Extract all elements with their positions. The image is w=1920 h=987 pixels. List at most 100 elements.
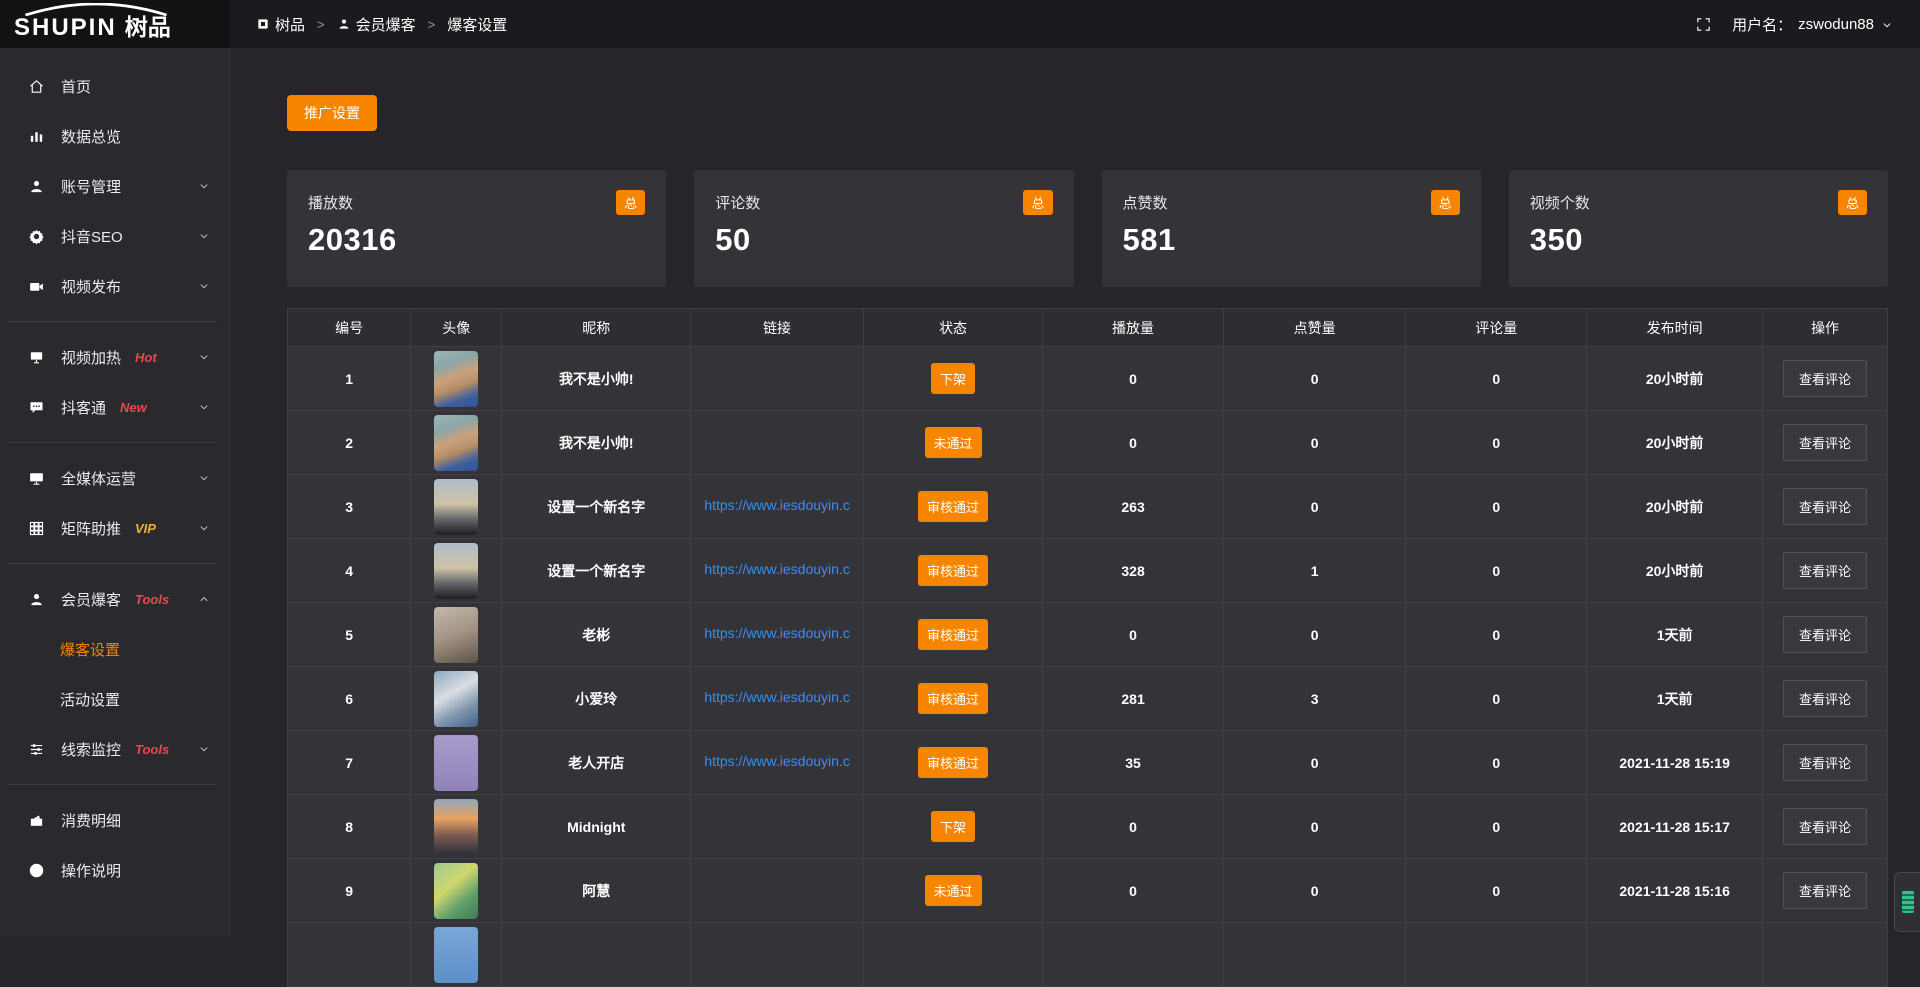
view-comments-button[interactable]: 查看评论 [1783, 424, 1867, 461]
cell-avatar [411, 603, 502, 667]
cell-nickname: 老彬 [502, 603, 691, 667]
cell-actions [1763, 923, 1888, 987]
user-menu[interactable]: 用户名：zswodun88 [1732, 14, 1894, 35]
cell-avatar [411, 859, 502, 923]
view-comments-button[interactable]: 查看评论 [1783, 552, 1867, 589]
cell-id: 5 [288, 603, 411, 667]
status-badge: 未通过 [925, 427, 982, 458]
sidebar-item-home[interactable]: 首页 [0, 61, 229, 111]
cell-status [863, 923, 1042, 987]
stat-value: 20316 [308, 222, 645, 258]
chart-icon [28, 128, 45, 145]
table-row: 8Midnight下架0002021-11-28 15:17查看评论 [288, 795, 1888, 859]
cell-comments: 0 [1406, 859, 1587, 923]
sidebar-item-video-publish[interactable]: 视频发布 [0, 261, 229, 311]
sidebar-item-media-operation[interactable]: 全媒体运营 [0, 453, 229, 503]
topbar: SHUPIN 树品 树品>会员爆客>爆客设置 用户名：zswodun88 [0, 0, 1920, 48]
chevron-up-icon [197, 592, 211, 606]
sidebar-divider [8, 321, 217, 322]
cell-link [691, 795, 864, 859]
view-comments-button[interactable]: 查看评论 [1783, 680, 1867, 717]
cell-likes [1223, 923, 1405, 987]
cell-nickname [502, 923, 691, 987]
table-row: 3设置一个新名字https://www.iesdouyin.c审核通过26300… [288, 475, 1888, 539]
username-label: 用户名： [1732, 14, 1792, 35]
cell-time: 2021-11-28 15:17 [1587, 795, 1763, 859]
cell-id: 9 [288, 859, 411, 923]
cell-nickname: 小爱玲 [502, 667, 691, 731]
view-comments-button[interactable]: 查看评论 [1783, 744, 1867, 781]
chevron-down-icon [1880, 16, 1894, 33]
view-comments-button[interactable]: 查看评论 [1783, 360, 1867, 397]
user-icon [28, 178, 45, 195]
cell-id: 3 [288, 475, 411, 539]
cell-link: https://www.iesdouyin.c [691, 667, 864, 731]
sidebar-item-douketong[interactable]: 抖客通New [0, 382, 229, 432]
column-header: 编号 [288, 309, 411, 347]
video-link[interactable]: https://www.iesdouyin.c [704, 561, 850, 577]
accounts-table: 编号头像昵称链接状态播放量点赞量评论量发布时间操作 1我不是小帅!下架00020… [287, 308, 1888, 987]
sidebar-item-tag: New [120, 400, 147, 415]
view-comments-button[interactable]: 查看评论 [1783, 808, 1867, 845]
breadcrumb-label: 会员爆客 [356, 14, 416, 35]
video-link[interactable]: https://www.iesdouyin.c [704, 689, 850, 705]
floating-widget[interactable] [1894, 872, 1920, 932]
total-badge: 总 [1023, 190, 1052, 215]
cell-avatar [411, 667, 502, 731]
breadcrumb-shupin[interactable]: 树品 [256, 14, 305, 35]
video-link[interactable]: https://www.iesdouyin.c [704, 497, 850, 513]
cell-plays: 328 [1043, 539, 1224, 603]
breadcrumb-label: 树品 [275, 14, 305, 35]
breadcrumb-member-baoke[interactable]: 会员爆客 [337, 14, 416, 35]
video-link[interactable]: https://www.iesdouyin.c [704, 753, 850, 769]
sidebar-item-consume-detail[interactable]: 消费明细 [0, 795, 229, 845]
view-comments-button[interactable]: 查看评论 [1783, 616, 1867, 653]
sidebar-item-label: 首页 [61, 76, 91, 97]
fullscreen-icon[interactable] [1695, 15, 1712, 33]
sidebar-item-account-management[interactable]: 账号管理 [0, 161, 229, 211]
app-icon [256, 17, 270, 31]
stat-value: 350 [1530, 222, 1867, 258]
sidebar-item-clue-monitor[interactable]: 线索监控Tools [0, 724, 229, 774]
video-link[interactable]: https://www.iesdouyin.c [704, 625, 850, 641]
breadcrumb-separator: > [317, 17, 325, 32]
accounts-table-wrap: 编号头像昵称链接状态播放量点赞量评论量发布时间操作 1我不是小帅!下架00020… [287, 308, 1888, 987]
sidebar-item-label: 操作说明 [61, 860, 121, 881]
sidebar-item-label: 账号管理 [61, 176, 121, 197]
cell-nickname: 阿慧 [502, 859, 691, 923]
cell-id: 8 [288, 795, 411, 859]
cell-nickname: 设置一个新名字 [502, 475, 691, 539]
sidebar-item-label: 矩阵助推 [61, 518, 121, 539]
sidebar-subitem-baoke-settings[interactable]: 爆客设置 [0, 624, 229, 674]
promo-settings-button[interactable]: 推广设置 [287, 95, 377, 131]
sidebar-item-video-heat[interactable]: 视频加热Hot [0, 332, 229, 382]
sidebar-item-label: 视频加热 [61, 347, 121, 368]
sidebar-item-matrix-boost[interactable]: 矩阵助推VIP [0, 503, 229, 553]
fullscreen-icon [1695, 16, 1712, 33]
view-comments-button[interactable]: 查看评论 [1783, 872, 1867, 909]
sidebar-item-data-overview[interactable]: 数据总览 [0, 111, 229, 161]
sidebar-item-label: 视频发布 [61, 276, 121, 297]
total-badge: 总 [616, 190, 645, 215]
sidebar-item-member-baoke[interactable]: 会员爆客Tools [0, 574, 229, 624]
cell-likes: 0 [1223, 859, 1405, 923]
table-row [288, 923, 1888, 987]
logo-arc [16, 3, 176, 16]
breadcrumb-baoke-settings[interactable]: 爆客设置 [447, 14, 507, 35]
view-comments-button[interactable]: 查看评论 [1783, 488, 1867, 525]
column-header: 发布时间 [1587, 309, 1763, 347]
sidebar-item-douyin-seo[interactable]: 抖音SEO [0, 211, 229, 261]
cell-time: 1天前 [1587, 603, 1763, 667]
stat-label: 评论数 [715, 192, 1052, 213]
column-header: 状态 [863, 309, 1042, 347]
status-badge: 审核通过 [918, 491, 988, 522]
cell-avatar [411, 539, 502, 603]
logo[interactable]: SHUPIN 树品 [0, 0, 230, 48]
cell-plays: 0 [1043, 347, 1224, 411]
total-badge: 总 [1431, 190, 1460, 215]
cell-id: 1 [288, 347, 411, 411]
sidebar-item-label: 数据总览 [61, 126, 121, 147]
sidebar-item-operation-guide[interactable]: ?操作说明 [0, 845, 229, 895]
sidebar-subitem-activity-settings[interactable]: 活动设置 [0, 674, 229, 724]
cell-nickname: 设置一个新名字 [502, 539, 691, 603]
